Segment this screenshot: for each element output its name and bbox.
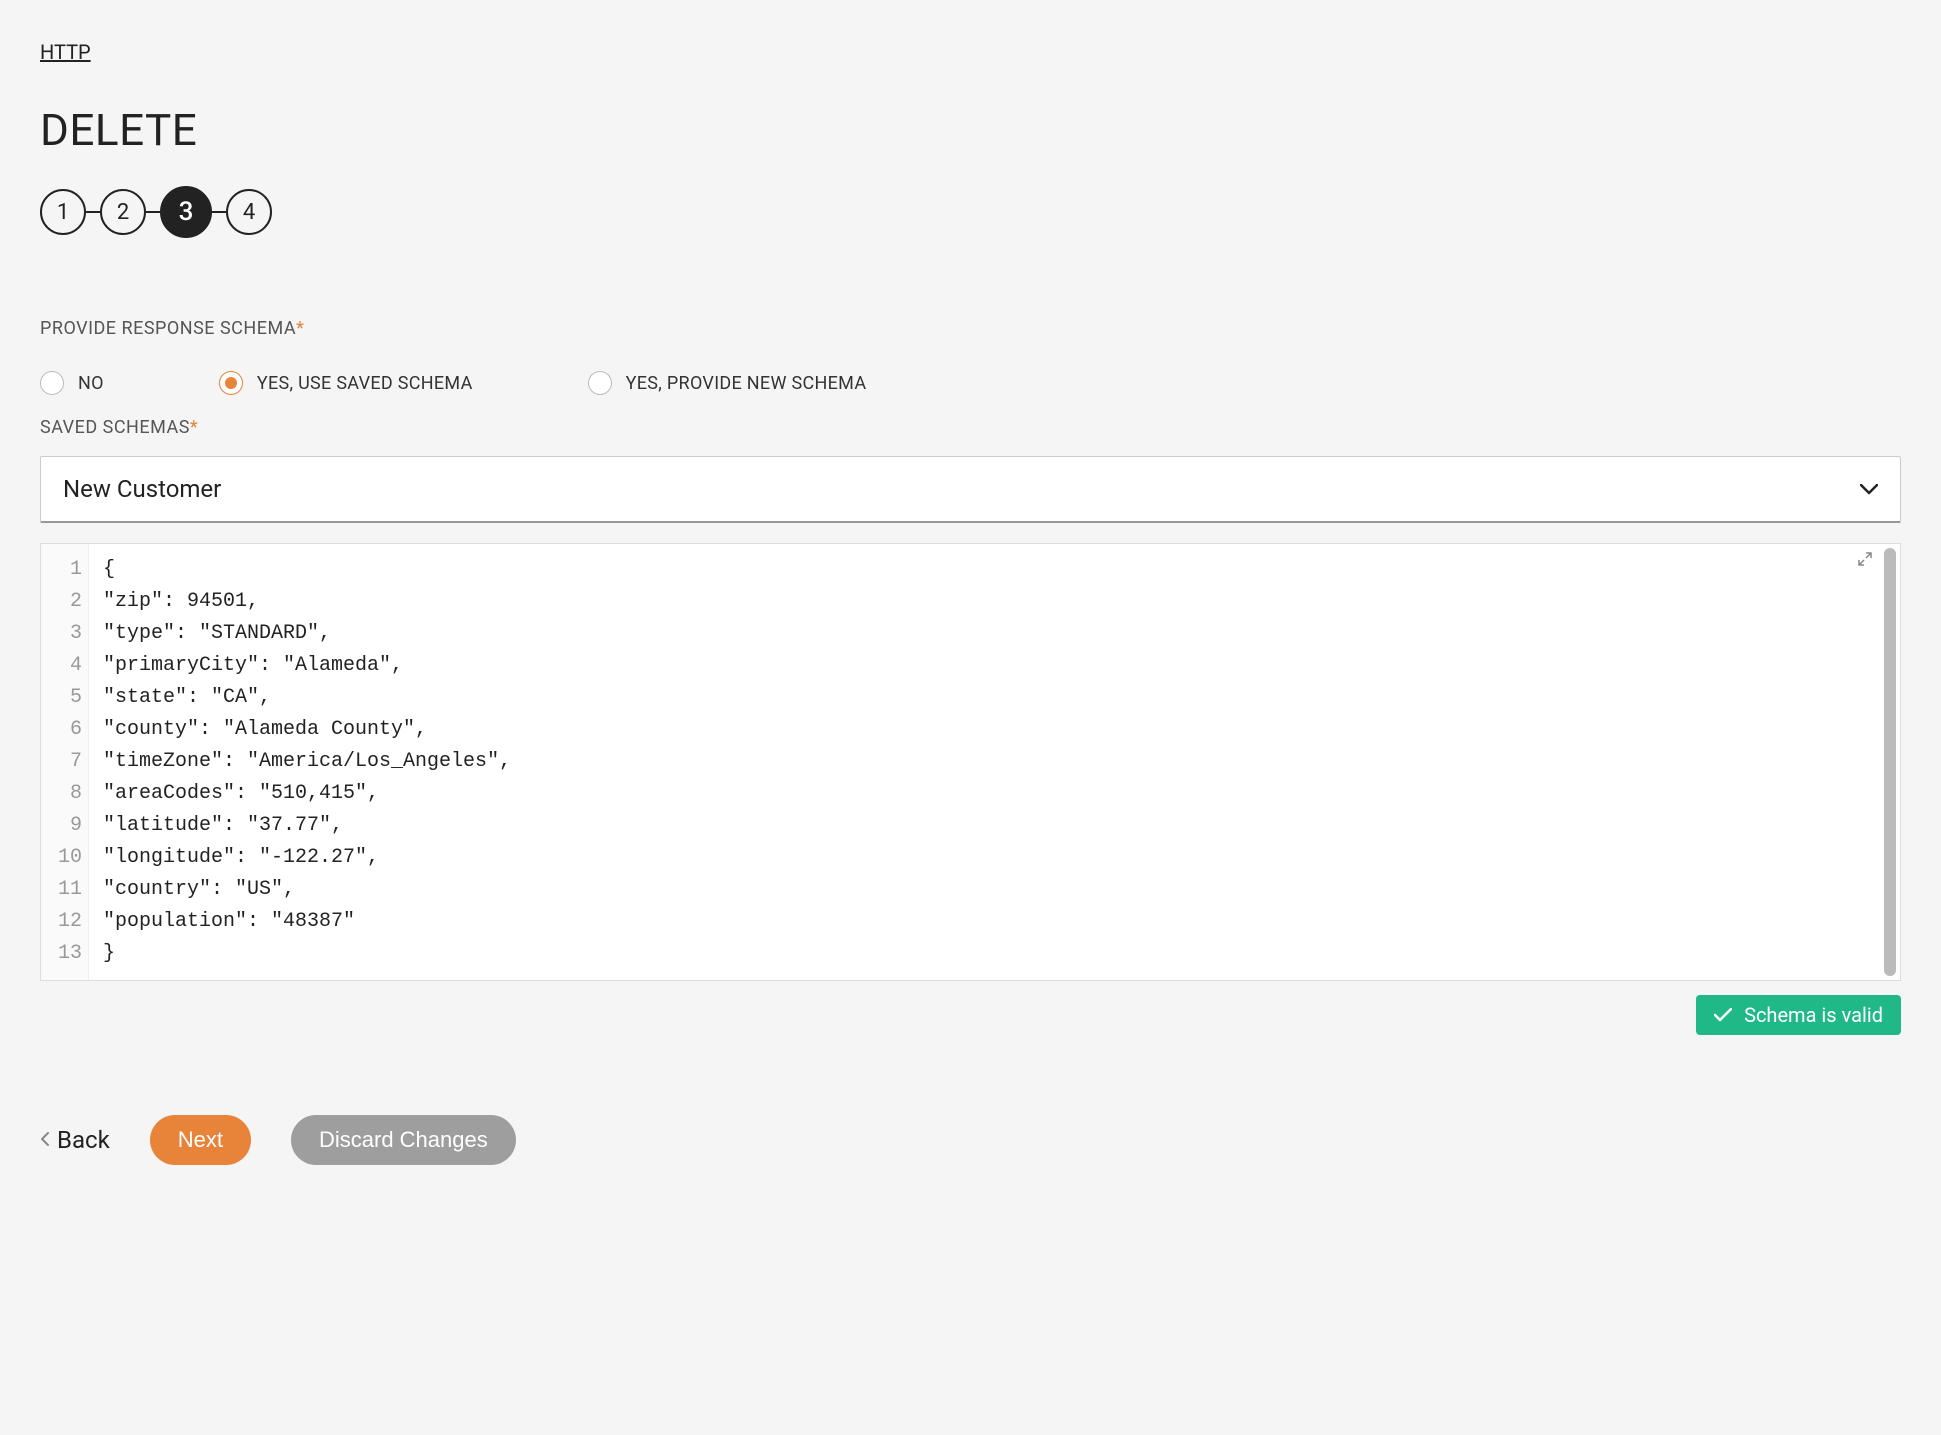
status-row: Schema is valid xyxy=(40,995,1901,1035)
back-label: Back xyxy=(57,1126,110,1154)
check-icon xyxy=(1714,1003,1732,1027)
gutter-line: 11 xyxy=(47,874,82,906)
status-badge: Schema is valid xyxy=(1696,995,1901,1035)
code-line: "areaCodes": "510,415", xyxy=(103,778,1866,810)
editor-gutter: 12345678910111213 xyxy=(41,544,89,980)
schema-editor[interactable]: 12345678910111213 {"zip": 94501,"type": … xyxy=(40,543,1901,981)
radio-provide-new[interactable]: YES, PROVIDE NEW SCHEMA xyxy=(588,371,867,395)
scrollbar[interactable] xyxy=(1884,548,1896,976)
code-line: } xyxy=(103,938,1866,970)
radio-dot-icon xyxy=(225,377,237,389)
required-mark-icon: * xyxy=(190,417,198,438)
chevron-down-icon xyxy=(1860,479,1878,500)
gutter-line: 2 xyxy=(47,586,82,618)
step-connector xyxy=(86,211,100,213)
step-3[interactable]: 3 xyxy=(160,186,212,238)
code-line: "country": "US", xyxy=(103,874,1866,906)
required-mark-icon: * xyxy=(296,318,304,339)
scrollbar-thumb[interactable] xyxy=(1884,548,1896,976)
code-line: "county": "Alameda County", xyxy=(103,714,1866,746)
code-line: "longitude": "-122.27", xyxy=(103,842,1866,874)
gutter-line: 6 xyxy=(47,714,82,746)
step-connector xyxy=(146,211,160,213)
response-schema-label: PROVIDE RESPONSE SCHEMA* xyxy=(40,318,1901,339)
gutter-line: 9 xyxy=(47,810,82,842)
page-title: DELETE xyxy=(40,104,1901,156)
chevron-left-icon xyxy=(40,1131,49,1150)
step-1[interactable]: 1 xyxy=(40,189,86,235)
gutter-line: 12 xyxy=(47,906,82,938)
code-line: "type": "STANDARD", xyxy=(103,618,1866,650)
gutter-line: 7 xyxy=(47,746,82,778)
back-button[interactable]: Back xyxy=(40,1126,110,1154)
radio-use-saved[interactable]: YES, USE SAVED SCHEMA xyxy=(219,371,473,395)
gutter-line: 13 xyxy=(47,938,82,970)
saved-schemas-dropdown[interactable]: New Customer xyxy=(40,456,1901,523)
gutter-line: 5 xyxy=(47,682,82,714)
radio-no[interactable]: NO xyxy=(40,371,104,395)
radio-circle-icon xyxy=(40,371,64,395)
radio-no-label: NO xyxy=(78,373,104,394)
saved-schemas-label: SAVED SCHEMAS* xyxy=(40,417,1901,438)
gutter-line: 10 xyxy=(47,842,82,874)
radio-circle-icon xyxy=(588,371,612,395)
stepper: 1 2 3 4 xyxy=(40,186,1901,238)
gutter-line: 3 xyxy=(47,618,82,650)
breadcrumb-http[interactable]: HTTP xyxy=(40,40,91,64)
saved-schemas-label-text: SAVED SCHEMAS xyxy=(40,417,190,438)
step-2[interactable]: 2 xyxy=(100,189,146,235)
radio-use-saved-label: YES, USE SAVED SCHEMA xyxy=(257,373,473,394)
radio-circle-icon xyxy=(219,371,243,395)
code-line: "primaryCity": "Alameda", xyxy=(103,650,1866,682)
response-schema-label-text: PROVIDE RESPONSE SCHEMA xyxy=(40,318,296,339)
gutter-line: 8 xyxy=(47,778,82,810)
gutter-line: 1 xyxy=(47,554,82,586)
code-line: "zip": 94501, xyxy=(103,586,1866,618)
next-button[interactable]: Next xyxy=(150,1115,251,1165)
step-connector xyxy=(212,211,226,213)
radio-provide-new-label: YES, PROVIDE NEW SCHEMA xyxy=(626,373,867,394)
step-4[interactable]: 4 xyxy=(226,189,272,235)
editor-content[interactable]: {"zip": 94501,"type": "STANDARD","primar… xyxy=(89,544,1880,980)
discard-button[interactable]: Discard Changes xyxy=(291,1115,516,1165)
code-line: "timeZone": "America/Los_Angeles", xyxy=(103,746,1866,778)
expand-icon[interactable] xyxy=(1858,552,1872,571)
radio-group-schema: NO YES, USE SAVED SCHEMA YES, PROVIDE NE… xyxy=(40,371,1901,395)
dropdown-value: New Customer xyxy=(63,475,221,503)
action-row: Back Next Discard Changes xyxy=(40,1115,1901,1165)
code-line: { xyxy=(103,554,1866,586)
code-line: "state": "CA", xyxy=(103,682,1866,714)
code-line: "population": "48387" xyxy=(103,906,1866,938)
code-line: "latitude": "37.77", xyxy=(103,810,1866,842)
gutter-line: 4 xyxy=(47,650,82,682)
status-text: Schema is valid xyxy=(1744,1003,1883,1027)
